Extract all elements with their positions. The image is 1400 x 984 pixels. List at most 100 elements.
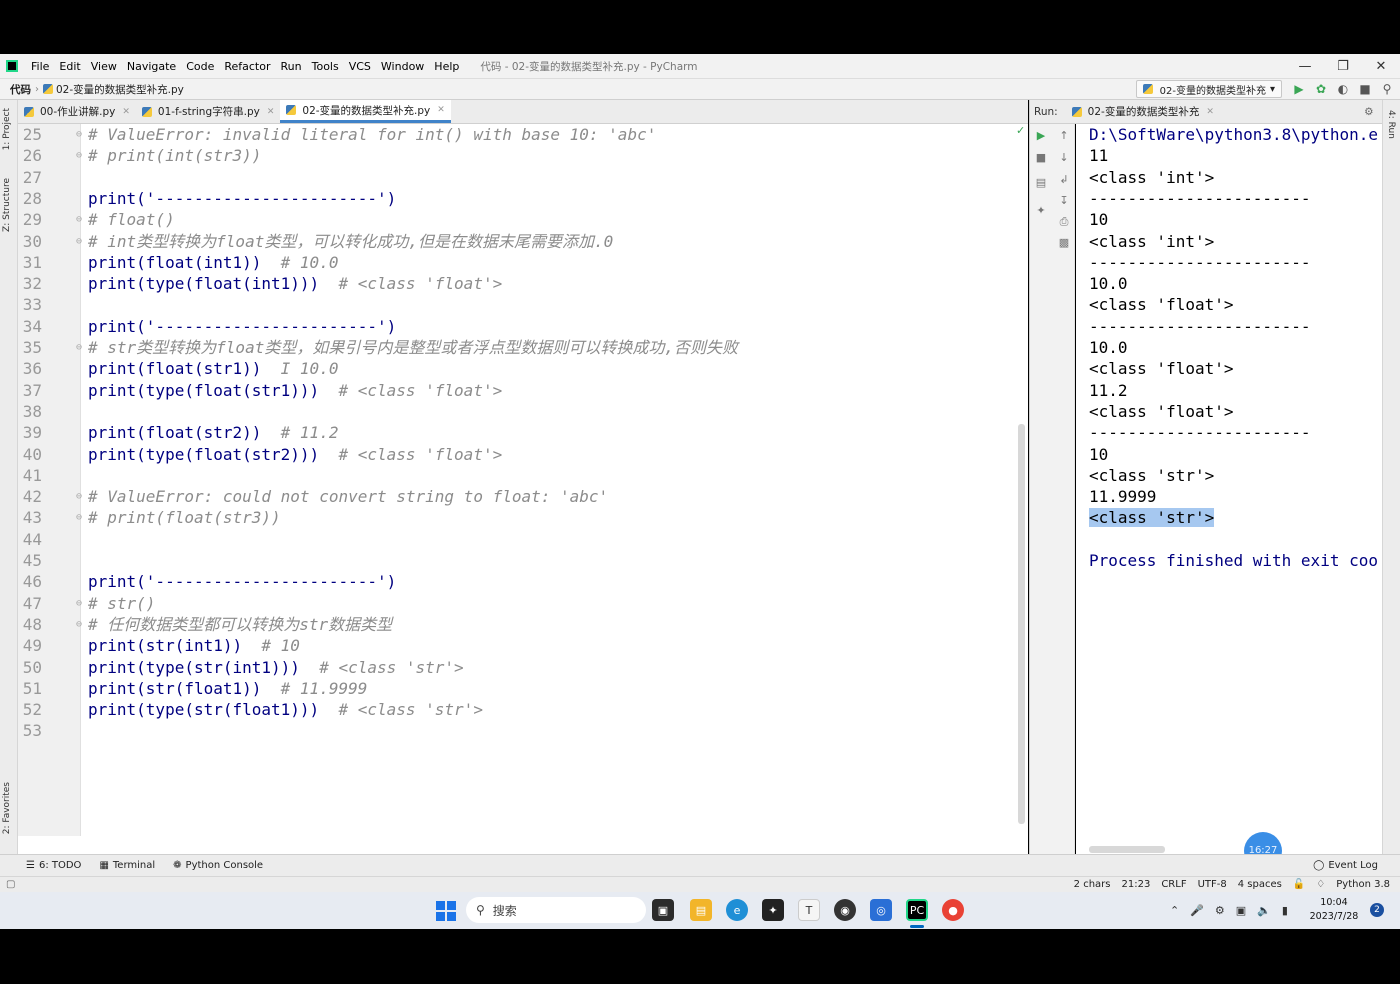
fold-marker-icon[interactable]: ⊖	[76, 614, 82, 635]
taskbar-search[interactable]: ⚲ 搜索	[466, 897, 646, 923]
speaker-icon[interactable]: 🔈	[1257, 904, 1271, 917]
console-output-line: 10.0	[1089, 338, 1128, 357]
menu-help[interactable]: Help	[429, 60, 464, 73]
file-encoding[interactable]: UTF-8	[1198, 879, 1227, 890]
taskbar-clock[interactable]: 10:04 2023/7/28	[1306, 896, 1362, 924]
editor-scrollbar[interactable]	[1018, 424, 1025, 824]
typora-icon[interactable]: T	[798, 899, 820, 921]
line-number: 35	[22, 338, 42, 357]
print-icon[interactable]: ⎙	[1057, 215, 1071, 229]
python-interpreter[interactable]: Python 3.8	[1336, 879, 1390, 890]
debug-icon[interactable]: ✿	[1314, 82, 1328, 96]
close-icon[interactable]: ✕	[1362, 59, 1400, 74]
file-explorer-icon[interactable]: ▤	[690, 899, 712, 921]
run-tool-button[interactable]: 4: Run	[1386, 110, 1396, 139]
menu-run[interactable]: Run	[276, 60, 307, 73]
python-file-icon	[43, 84, 53, 94]
fold-marker-icon[interactable]: ⊖	[76, 337, 82, 358]
run-console[interactable]: D:\SoftWare\python3.8\python.e 11 <class '…	[1076, 124, 1382, 854]
scroll-to-end-icon[interactable]: ↧	[1057, 194, 1071, 207]
menu-window[interactable]: Window	[376, 60, 429, 73]
minimize-icon[interactable]: —	[1286, 59, 1324, 74]
breadcrumb-file[interactable]: 02-变量的数据类型补充.py	[56, 82, 184, 97]
indent-setting[interactable]: 4 spaces	[1238, 879, 1282, 890]
tab-00-homework[interactable]: 00-作业讲解.py ✕	[18, 100, 136, 123]
line-separator[interactable]: CRLF	[1161, 879, 1186, 890]
menu-edit[interactable]: Edit	[54, 60, 85, 73]
event-log-button[interactable]: ◯ Event Log	[1313, 860, 1378, 871]
close-tab-icon[interactable]: ✕	[122, 107, 130, 117]
restore-icon[interactable]: ❐	[1324, 59, 1362, 74]
chat-app-icon[interactable]: ◎	[870, 899, 892, 921]
obs-icon[interactable]: ◉	[834, 899, 856, 921]
tab-01-f-string[interactable]: 01-f-string字符串.py ✕	[136, 100, 280, 123]
pin-icon[interactable]: ✦	[1034, 204, 1048, 217]
run-icon[interactable]: ▶	[1292, 82, 1306, 96]
line-number: 25	[22, 125, 42, 144]
stop-icon[interactable]: ■	[1358, 82, 1372, 96]
close-tab-icon[interactable]: ✕	[1206, 107, 1214, 117]
menu-navigate[interactable]: Navigate	[122, 60, 181, 73]
project-tool-button[interactable]: 1: Project	[2, 108, 12, 150]
favorites-tool-button[interactable]: 2: Favorites	[2, 782, 12, 834]
line-number: 53	[22, 721, 42, 741]
breadcrumb-root[interactable]: 代码	[10, 82, 31, 97]
chevron-up-icon[interactable]: ⌃	[1170, 904, 1179, 917]
stop-icon[interactable]: ■	[1034, 151, 1048, 164]
fold-marker-icon[interactable]: ⊖	[76, 231, 82, 252]
toggle-tool-windows-icon[interactable]: ▢	[6, 879, 15, 890]
down-arrow-icon[interactable]: ↓	[1057, 151, 1071, 164]
battery-icon[interactable]: ▮	[1282, 904, 1288, 917]
task-view-icon[interactable]: ▣	[652, 899, 674, 921]
coverage-icon[interactable]: ◐	[1336, 82, 1350, 96]
run-configuration-select[interactable]: 02-变量的数据类型补充 ▾	[1135, 80, 1282, 98]
fold-marker-icon[interactable]: ⊖	[76, 486, 82, 507]
rerun-icon[interactable]: ▶	[1034, 129, 1048, 142]
chrome-icon[interactable]: ●	[942, 899, 964, 921]
todo-button[interactable]: ☰ 6: TODO	[26, 860, 81, 871]
console-scrollbar[interactable]	[1089, 846, 1165, 853]
search-icon[interactable]: ⚲	[1380, 82, 1394, 96]
notification-badge[interactable]: 2	[1370, 903, 1384, 917]
lock-icon[interactable]: 🔓	[1293, 879, 1305, 890]
fold-marker-icon[interactable]: ⊖	[76, 593, 82, 614]
menu-refactor[interactable]: Refactor	[219, 60, 275, 73]
microphone-icon[interactable]: 🎤	[1190, 904, 1204, 917]
menu-vcs[interactable]: VCS	[344, 60, 376, 73]
pycharm-taskbar-icon[interactable]: PC	[906, 899, 928, 921]
terminal-button[interactable]: ▦ Terminal	[99, 860, 155, 871]
fold-marker-icon[interactable]: ⊖	[76, 209, 82, 230]
code-editor[interactable]: 25 ⊖ # ValueError: invalid literal for int…	[18, 124, 1028, 854]
layout-icon[interactable]: ▤	[1034, 176, 1048, 189]
menu-tools[interactable]: Tools	[307, 60, 344, 73]
menu-view[interactable]: View	[86, 60, 122, 73]
windows-start-icon[interactable]	[436, 901, 456, 921]
inline-comment: # 11.9999	[261, 678, 368, 698]
menu-file[interactable]: File	[26, 60, 54, 73]
up-arrow-icon[interactable]: ↑	[1057, 129, 1071, 142]
app-icon[interactable]: ✦	[762, 899, 784, 921]
fold-marker-icon[interactable]: ⊖	[76, 507, 82, 528]
fold-marker-icon[interactable]: ⊖	[76, 124, 82, 145]
tab-02-data-types[interactable]: 02-变量的数据类型补充.py ✕	[280, 100, 451, 123]
line-number: 31	[22, 252, 42, 272]
soft-wrap-icon[interactable]: ↲	[1057, 173, 1071, 186]
console-line: D:\SoftWare\python3.8\python.e	[1089, 124, 1378, 145]
structure-tool-button[interactable]: Z: Structure	[2, 178, 12, 232]
run-configuration-label: 02-变量的数据类型补充	[1159, 85, 1266, 97]
caret-position[interactable]: 21:23	[1121, 879, 1150, 890]
settings-icon[interactable]: ⚙	[1215, 904, 1225, 917]
trash-icon[interactable]: ▩	[1057, 236, 1071, 249]
menu-code[interactable]: Code	[181, 60, 219, 73]
list-icon: ☰	[26, 860, 35, 871]
close-tab-icon[interactable]: ✕	[267, 107, 275, 117]
run-tab[interactable]: 02-变量的数据类型补充 ✕	[1071, 104, 1214, 119]
fold-marker-icon[interactable]: ⊖	[76, 145, 82, 166]
code-statement: print(float(str2))	[88, 423, 262, 443]
gear-icon[interactable]: ⚙	[1364, 106, 1373, 118]
display-icon[interactable]: ▣	[1236, 904, 1246, 917]
python-console-button[interactable]: ❁ Python Console	[173, 860, 263, 871]
close-tab-icon[interactable]: ✕	[437, 105, 445, 115]
edge-browser-icon[interactable]: e	[726, 899, 748, 921]
console-output-line: <class 'str'>	[1089, 508, 1215, 528]
